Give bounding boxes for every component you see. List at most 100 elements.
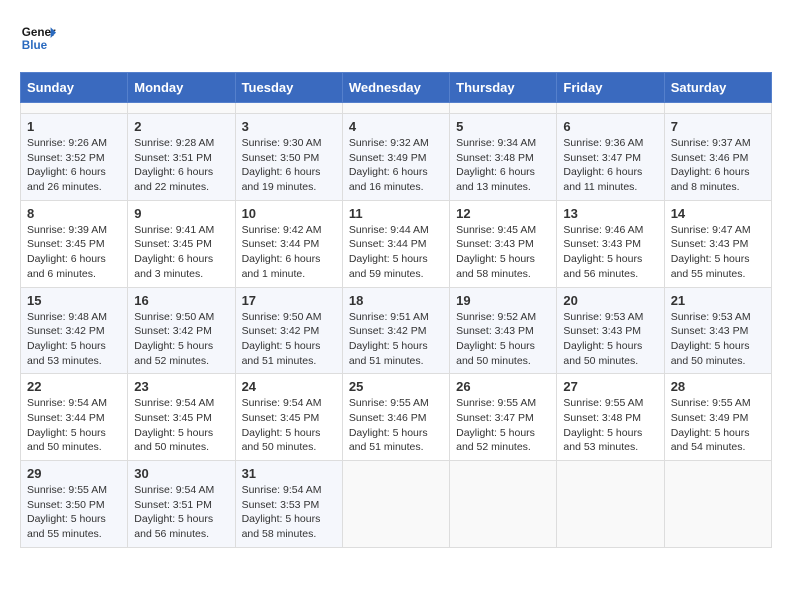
cell-sun-info: Sunrise: 9:52 AM Sunset: 3:43 PM Dayligh… (456, 310, 550, 369)
calendar-cell: 21Sunrise: 9:53 AM Sunset: 3:43 PM Dayli… (664, 287, 771, 374)
day-number: 31 (242, 466, 336, 481)
day-number: 25 (349, 379, 443, 394)
cell-sun-info: Sunrise: 9:55 AM Sunset: 3:48 PM Dayligh… (563, 396, 657, 455)
day-number: 4 (349, 119, 443, 134)
cell-sun-info: Sunrise: 9:42 AM Sunset: 3:44 PM Dayligh… (242, 223, 336, 282)
calendar-cell: 4 Sunrise: 9:32 AM Sunset: 3:49 PM Daylig… (342, 114, 449, 201)
calendar-cell: 30 Sunrise: 9:54 AM Sunset: 3:51 PM Dayli… (128, 461, 235, 548)
day-number: 30 (134, 466, 228, 481)
day-number: 19 (456, 293, 550, 308)
calendar-cell: 20 Sunrise: 9:53 AM Sunset: 3:43 PM Dayli… (557, 287, 664, 374)
calendar-cell: 29Sunrise: 9:55 AM Sunset: 3:50 PM Dayli… (21, 461, 128, 548)
day-number: 18 (349, 293, 443, 308)
day-number: 29 (27, 466, 121, 481)
calendar-cell: 5Sunrise: 9:34 AM Sunset: 3:48 PM Daylig… (450, 114, 557, 201)
calendar-week-row: 8Sunrise: 9:39 AM Sunset: 3:45 PM Daylig… (21, 200, 772, 287)
cell-sun-info: Sunrise: 9:44 AM Sunset: 3:44 PM Dayligh… (349, 223, 443, 282)
calendar-cell: 31 Sunrise: 9:54 AM Sunset: 3:53 PM Dayli… (235, 461, 342, 548)
day-of-week-header: Thursday (450, 73, 557, 103)
calendar-cell: 17Sunrise: 9:50 AM Sunset: 3:42 PM Dayli… (235, 287, 342, 374)
calendar-cell (450, 103, 557, 114)
calendar-cell: 3 Sunrise: 9:30 AM Sunset: 3:50 PM Daylig… (235, 114, 342, 201)
calendar-cell (342, 103, 449, 114)
cell-sun-info: Sunrise: 9:46 AM Sunset: 3:43 PM Dayligh… (563, 223, 657, 282)
calendar-cell: 19 Sunrise: 9:52 AM Sunset: 3:43 PM Dayli… (450, 287, 557, 374)
calendar-cell (557, 103, 664, 114)
cell-sun-info: Sunrise: 9:26 AM Sunset: 3:52 PM Dayligh… (27, 136, 121, 195)
day-number: 1 (27, 119, 121, 134)
day-number: 24 (242, 379, 336, 394)
day-number: 10 (242, 206, 336, 221)
cell-sun-info: Sunrise: 9:45 AM Sunset: 3:43 PM Dayligh… (456, 223, 550, 282)
cell-sun-info: Sunrise: 9:51 AM Sunset: 3:42 PM Dayligh… (349, 310, 443, 369)
cell-sun-info: Sunrise: 9:54 AM Sunset: 3:53 PM Dayligh… (242, 483, 336, 542)
logo: General Blue (20, 20, 32, 56)
calendar-cell (235, 103, 342, 114)
cell-sun-info: Sunrise: 9:55 AM Sunset: 3:47 PM Dayligh… (456, 396, 550, 455)
calendar-cell: 27 Sunrise: 9:55 AM Sunset: 3:48 PM Dayli… (557, 374, 664, 461)
calendar-week-row: 1 Sunrise: 9:26 AM Sunset: 3:52 PM Daylig… (21, 114, 772, 201)
calendar-cell (664, 103, 771, 114)
day-number: 15 (27, 293, 121, 308)
calendar-cell (557, 461, 664, 548)
calendar-cell: 9Sunrise: 9:41 AM Sunset: 3:45 PM Daylig… (128, 200, 235, 287)
calendar-cell: 14Sunrise: 9:47 AM Sunset: 3:43 PM Dayli… (664, 200, 771, 287)
day-number: 27 (563, 379, 657, 394)
calendar-table: SundayMondayTuesdayWednesdayThursdayFrid… (20, 72, 772, 548)
cell-sun-info: Sunrise: 9:54 AM Sunset: 3:44 PM Dayligh… (27, 396, 121, 455)
cell-sun-info: Sunrise: 9:32 AM Sunset: 3:49 PM Dayligh… (349, 136, 443, 195)
calendar-week-row (21, 103, 772, 114)
calendar-cell: 13 Sunrise: 9:46 AM Sunset: 3:43 PM Dayli… (557, 200, 664, 287)
cell-sun-info: Sunrise: 9:54 AM Sunset: 3:45 PM Dayligh… (134, 396, 228, 455)
day-of-week-header: Tuesday (235, 73, 342, 103)
calendar-cell: 18 Sunrise: 9:51 AM Sunset: 3:42 PM Dayli… (342, 287, 449, 374)
calendar-cell: 2 Sunrise: 9:28 AM Sunset: 3:51 PM Daylig… (128, 114, 235, 201)
calendar-cell: 8Sunrise: 9:39 AM Sunset: 3:45 PM Daylig… (21, 200, 128, 287)
calendar-cell: 10 Sunrise: 9:42 AM Sunset: 3:44 PM Dayli… (235, 200, 342, 287)
calendar-cell: 7 Sunrise: 9:37 AM Sunset: 3:46 PM Daylig… (664, 114, 771, 201)
day-number: 3 (242, 119, 336, 134)
cell-sun-info: Sunrise: 9:54 AM Sunset: 3:51 PM Dayligh… (134, 483, 228, 542)
day-number: 28 (671, 379, 765, 394)
calendar-cell (342, 461, 449, 548)
cell-sun-info: Sunrise: 9:55 AM Sunset: 3:49 PM Dayligh… (671, 396, 765, 455)
day-of-week-header: Saturday (664, 73, 771, 103)
cell-sun-info: Sunrise: 9:36 AM Sunset: 3:47 PM Dayligh… (563, 136, 657, 195)
day-number: 7 (671, 119, 765, 134)
day-number: 16 (134, 293, 228, 308)
calendar-cell (450, 461, 557, 548)
day-number: 9 (134, 206, 228, 221)
calendar-cell: 15 Sunrise: 9:48 AM Sunset: 3:42 PM Dayli… (21, 287, 128, 374)
calendar-cell (21, 103, 128, 114)
cell-sun-info: Sunrise: 9:47 AM Sunset: 3:43 PM Dayligh… (671, 223, 765, 282)
day-number: 13 (563, 206, 657, 221)
cell-sun-info: Sunrise: 9:54 AM Sunset: 3:45 PM Dayligh… (242, 396, 336, 455)
calendar-cell: 1 Sunrise: 9:26 AM Sunset: 3:52 PM Daylig… (21, 114, 128, 201)
calendar-cell: 28 Sunrise: 9:55 AM Sunset: 3:49 PM Dayli… (664, 374, 771, 461)
calendar-cell: 16Sunrise: 9:50 AM Sunset: 3:42 PM Dayli… (128, 287, 235, 374)
day-number: 22 (27, 379, 121, 394)
cell-sun-info: Sunrise: 9:28 AM Sunset: 3:51 PM Dayligh… (134, 136, 228, 195)
day-of-week-header: Monday (128, 73, 235, 103)
day-number: 12 (456, 206, 550, 221)
calendar-cell: 25Sunrise: 9:55 AM Sunset: 3:46 PM Dayli… (342, 374, 449, 461)
day-number: 26 (456, 379, 550, 394)
day-of-week-header: Friday (557, 73, 664, 103)
day-of-week-header: Wednesday (342, 73, 449, 103)
day-number: 20 (563, 293, 657, 308)
calendar-cell: 23Sunrise: 9:54 AM Sunset: 3:45 PM Dayli… (128, 374, 235, 461)
calendar-cell: 22 Sunrise: 9:54 AM Sunset: 3:44 PM Dayli… (21, 374, 128, 461)
calendar-cell: 12 Sunrise: 9:45 AM Sunset: 3:43 PM Dayli… (450, 200, 557, 287)
day-number: 11 (349, 206, 443, 221)
cell-sun-info: Sunrise: 9:48 AM Sunset: 3:42 PM Dayligh… (27, 310, 121, 369)
cell-sun-info: Sunrise: 9:37 AM Sunset: 3:46 PM Dayligh… (671, 136, 765, 195)
day-number: 5 (456, 119, 550, 134)
day-number: 2 (134, 119, 228, 134)
svg-text:Blue: Blue (22, 39, 48, 52)
calendar-cell: 26 Sunrise: 9:55 AM Sunset: 3:47 PM Dayli… (450, 374, 557, 461)
calendar-week-row: 22 Sunrise: 9:54 AM Sunset: 3:44 PM Dayli… (21, 374, 772, 461)
cell-sun-info: Sunrise: 9:50 AM Sunset: 3:42 PM Dayligh… (242, 310, 336, 369)
calendar-week-row: 15 Sunrise: 9:48 AM Sunset: 3:42 PM Dayli… (21, 287, 772, 374)
cell-sun-info: Sunrise: 9:30 AM Sunset: 3:50 PM Dayligh… (242, 136, 336, 195)
cell-sun-info: Sunrise: 9:53 AM Sunset: 3:43 PM Dayligh… (563, 310, 657, 369)
